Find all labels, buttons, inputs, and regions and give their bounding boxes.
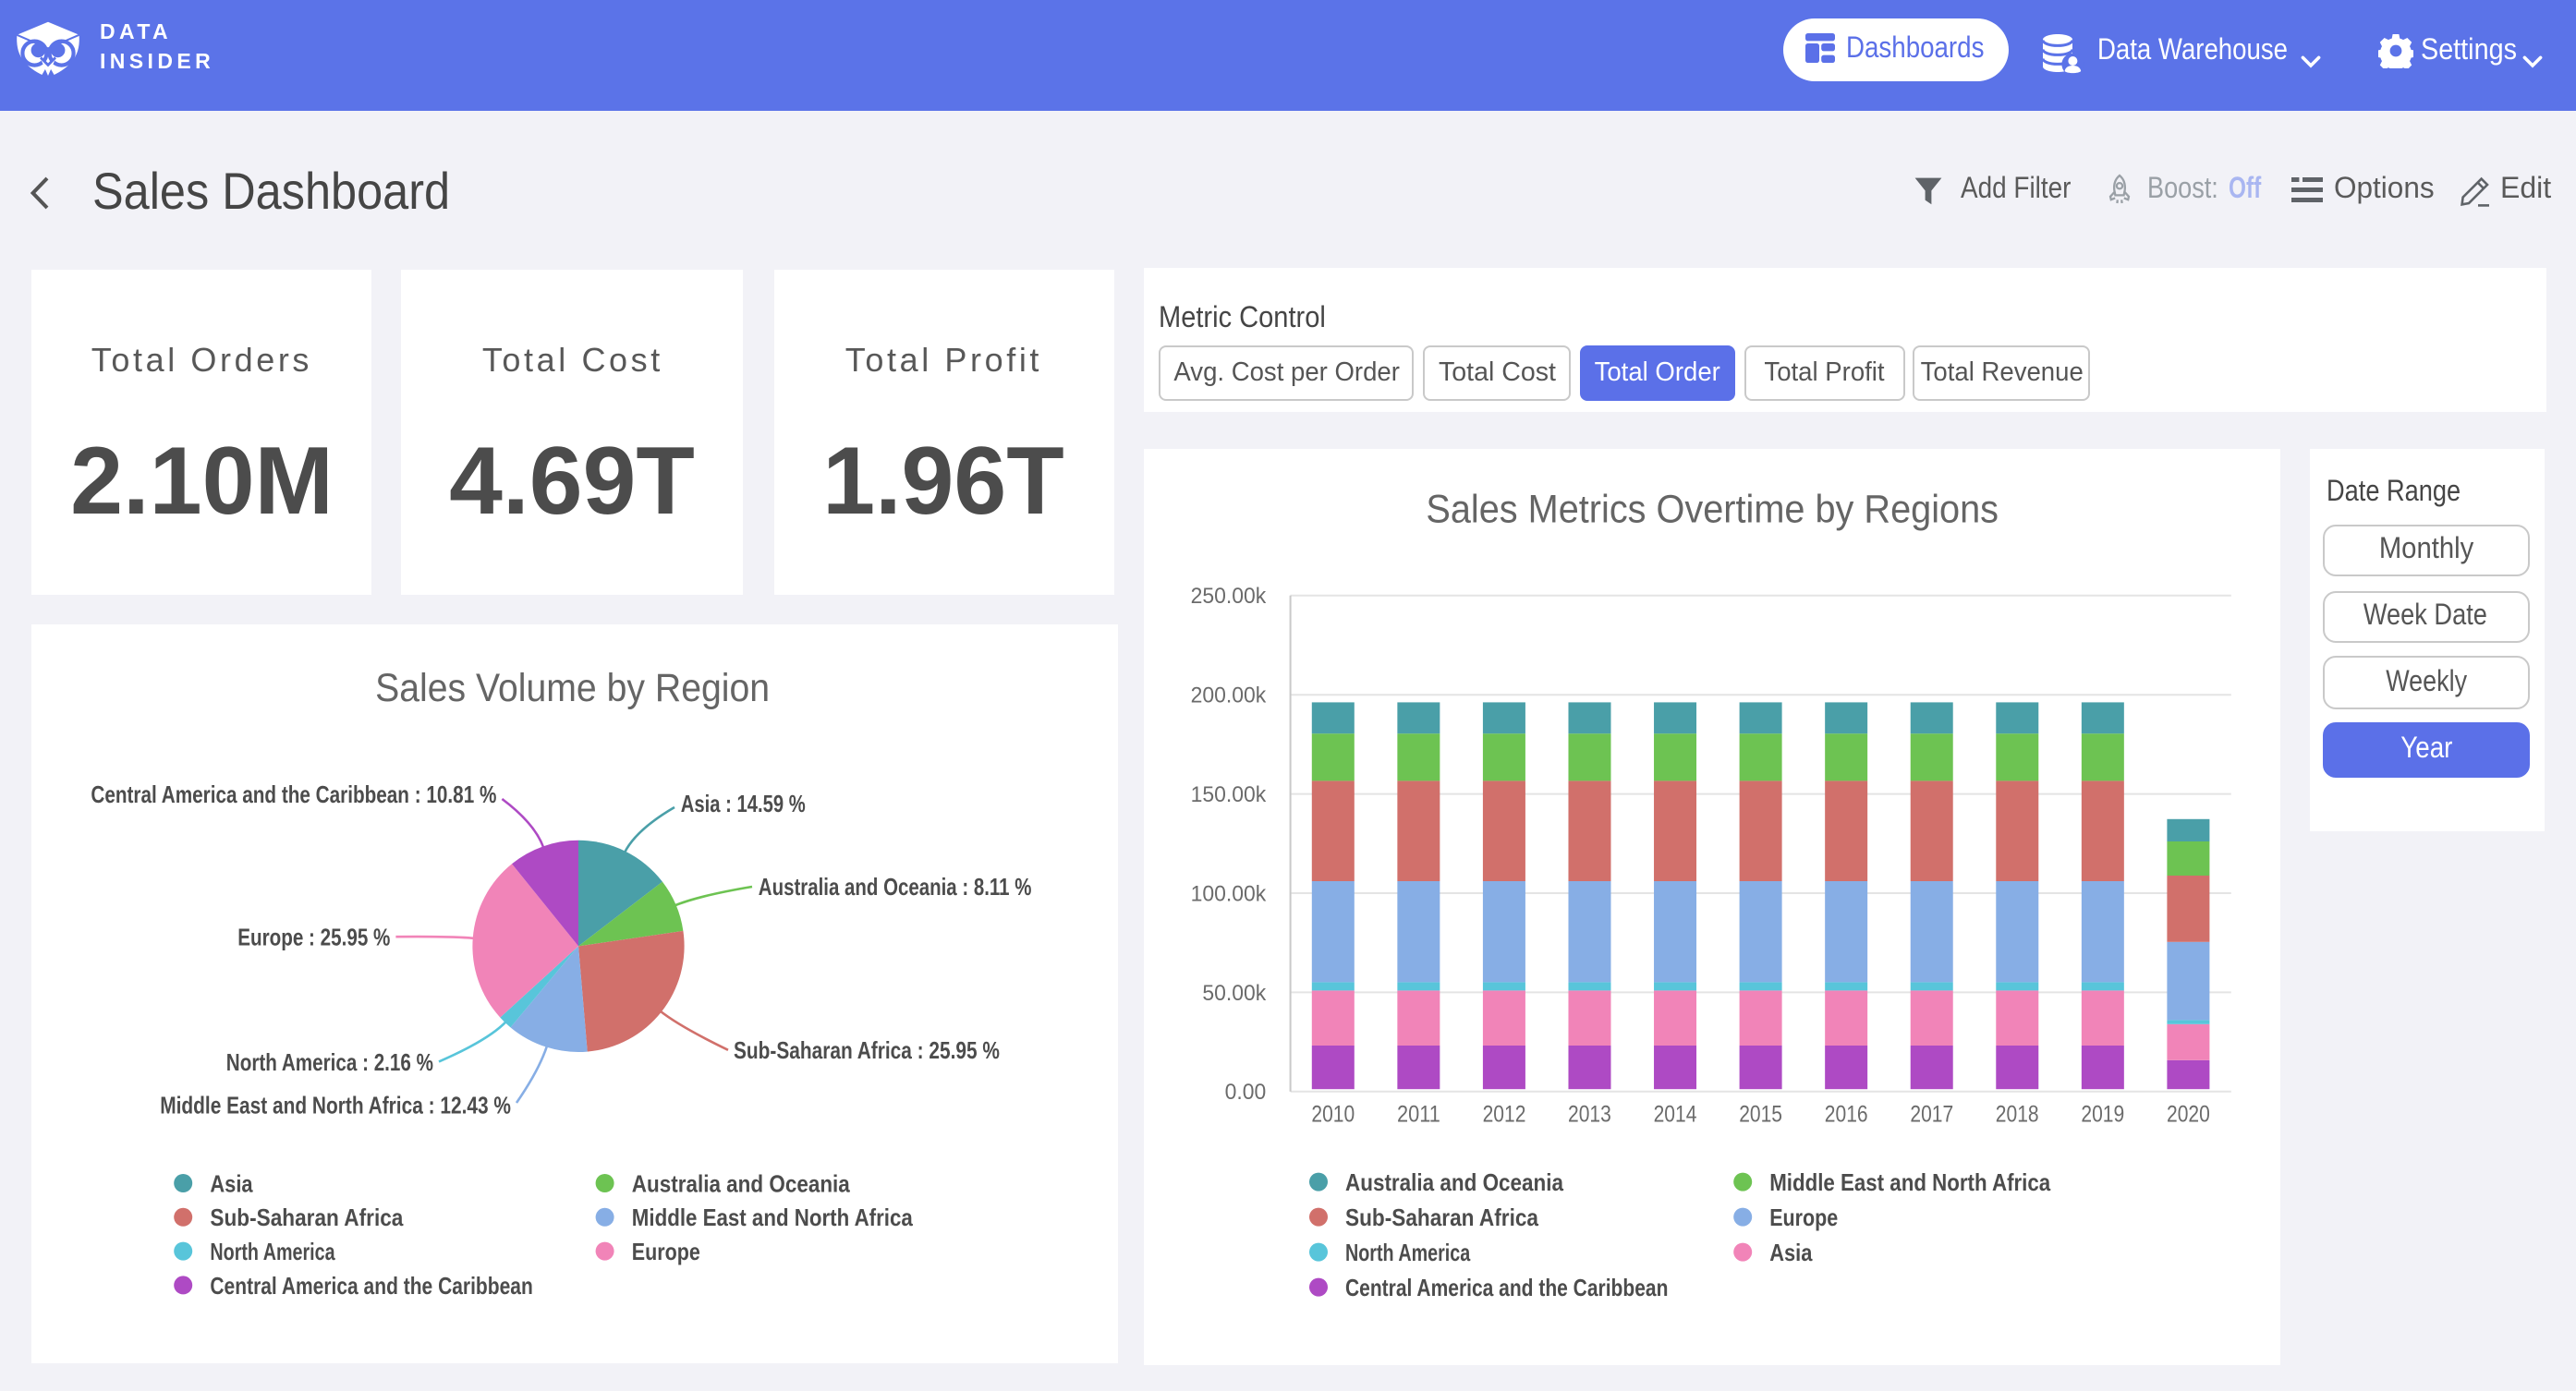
svg-text:2015: 2015 [1739, 1102, 1782, 1128]
svg-text:0.00: 0.00 [1225, 1080, 1267, 1105]
svg-text:Middle East and North Africa: Middle East and North Africa [1769, 1168, 2050, 1196]
svg-text:200.00k: 200.00k [1191, 683, 1268, 708]
svg-text:Sub-Saharan Africa : 25.95 %: Sub-Saharan Africa : 25.95 % [734, 1036, 1000, 1064]
svg-text:Middle East and North Africa: Middle East and North Africa [632, 1204, 913, 1231]
svg-text:2011: 2011 [1397, 1102, 1440, 1128]
svg-text:Middle East and North Africa :: Middle East and North Africa : 12.43 % [160, 1091, 511, 1119]
svg-text:North America: North America [210, 1237, 335, 1264]
svg-text:250.00k: 250.00k [1191, 584, 1268, 609]
svg-text:Central America and the Caribb: Central America and the Caribbean [210, 1271, 532, 1299]
svg-text:Australia and Oceania: Australia and Oceania [632, 1169, 850, 1197]
svg-text:2012: 2012 [1483, 1102, 1526, 1128]
svg-text:2014: 2014 [1654, 1102, 1697, 1128]
svg-text:2017: 2017 [1910, 1102, 1953, 1128]
svg-text:Europe: Europe [632, 1237, 700, 1264]
svg-text:North America: North America [1345, 1239, 1471, 1266]
svg-text:Sub-Saharan Africa: Sub-Saharan Africa [1345, 1204, 1538, 1231]
svg-text:2010: 2010 [1311, 1102, 1355, 1128]
svg-text:2013: 2013 [1568, 1102, 1611, 1128]
svg-text:100.00k: 100.00k [1191, 881, 1268, 906]
svg-text:Central America and the Caribb: Central America and the Caribbean : 10.8… [91, 780, 496, 808]
svg-text:Asia: Asia [210, 1169, 253, 1197]
svg-text:2016: 2016 [1825, 1102, 1868, 1128]
svg-text:2019: 2019 [2081, 1102, 2124, 1128]
svg-text:Sales Volume by Region: Sales Volume by Region [375, 665, 770, 709]
svg-text:Australia and Oceania : 8.11 %: Australia and Oceania : 8.11 % [759, 872, 1032, 900]
svg-text:North America : 2.16 %: North America : 2.16 % [226, 1047, 433, 1075]
svg-text:Australia and Oceania: Australia and Oceania [1345, 1168, 1563, 1196]
svg-text:50.00k: 50.00k [1202, 981, 1267, 1006]
svg-text:150.00k: 150.00k [1191, 782, 1268, 807]
svg-text:Sub-Saharan Africa: Sub-Saharan Africa [210, 1204, 403, 1231]
svg-text:2020: 2020 [2167, 1102, 2210, 1128]
svg-text:Asia: Asia [1769, 1239, 1813, 1266]
svg-text:Central America and the Caribb: Central America and the Caribbean [1345, 1274, 1668, 1301]
svg-text:2018: 2018 [1996, 1102, 2039, 1128]
svg-text:Europe : 25.95 %: Europe : 25.95 % [237, 923, 390, 950]
svg-text:Europe: Europe [1769, 1204, 1838, 1231]
svg-text:Sales Metrics Overtime by Regi: Sales Metrics Overtime by Regions [1426, 488, 1999, 532]
svg-text:Asia : 14.59 %: Asia : 14.59 % [681, 789, 806, 816]
